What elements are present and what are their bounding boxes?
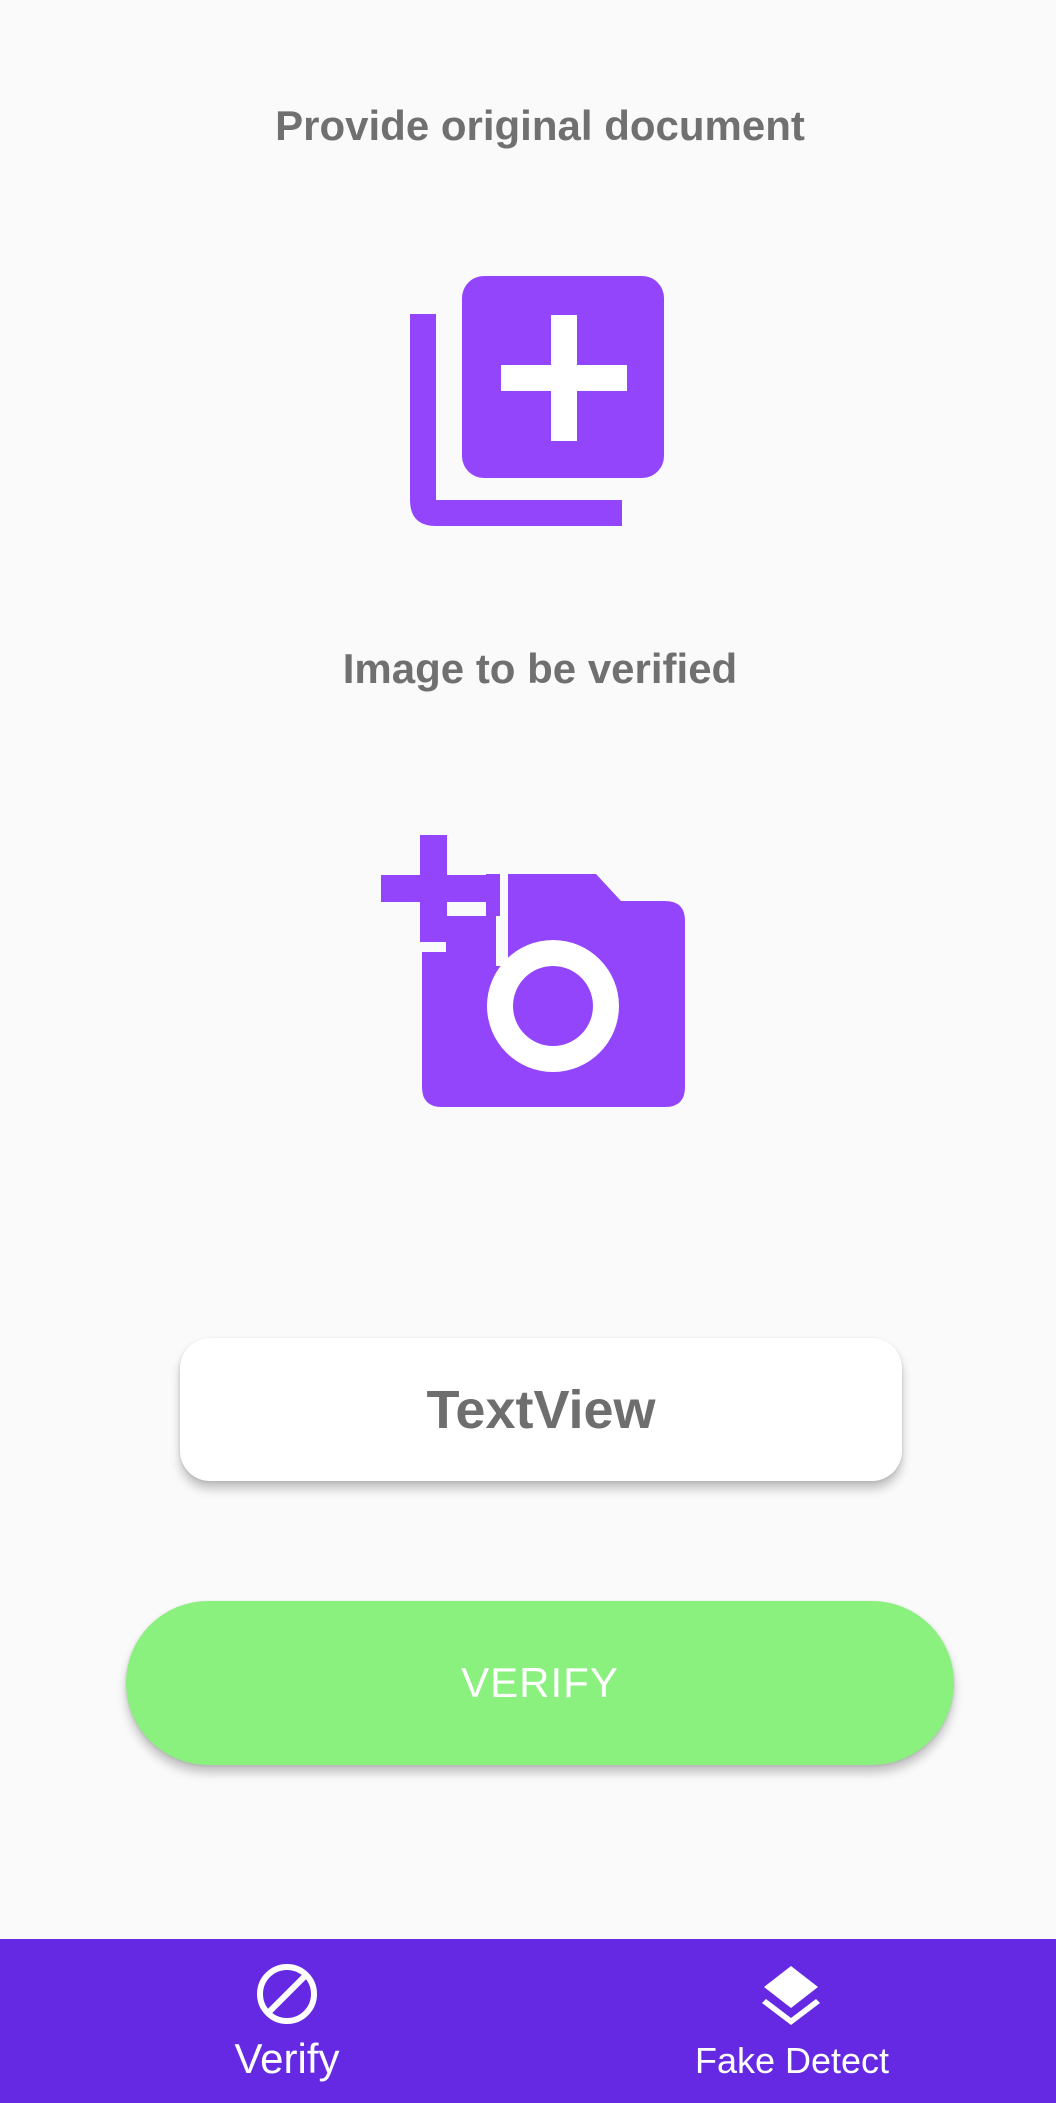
nav-label-fake-detect: Fake Detect <box>694 2040 890 2081</box>
verify-image-title: Image to be verified <box>342 645 738 692</box>
bottom-navigation: Verify Fake Detect <box>0 1939 1056 2103</box>
nav-item-verify[interactable]: Verify <box>0 1939 528 2103</box>
add-document-icon[interactable] <box>410 274 670 534</box>
nav-label-verify: Verify <box>234 2035 340 2082</box>
block-icon <box>257 1964 317 2024</box>
layers-icon <box>762 1966 820 2025</box>
add-photo-camera-icon[interactable] <box>380 830 700 1120</box>
result-textview: TextView <box>180 1338 902 1481</box>
verify-button[interactable]: VERIFY <box>126 1601 954 1765</box>
nav-item-fake-detect[interactable]: Fake Detect <box>528 1939 1056 2103</box>
original-document-title: Provide original document <box>275 102 805 149</box>
